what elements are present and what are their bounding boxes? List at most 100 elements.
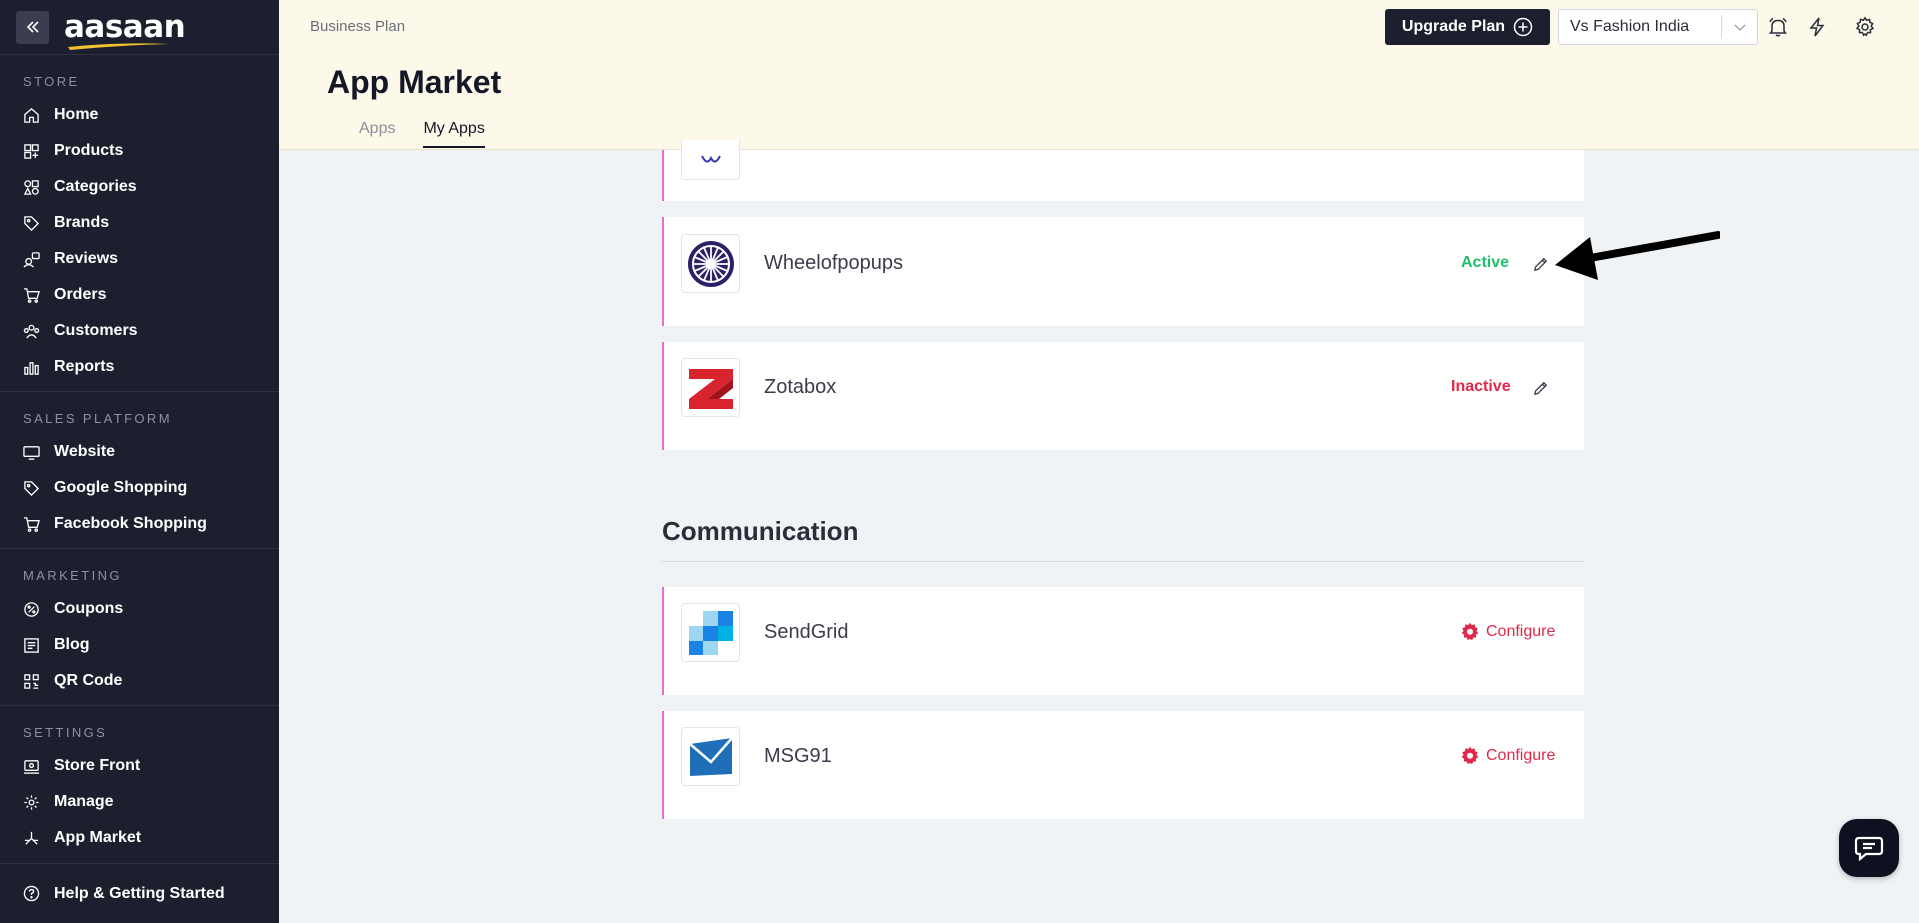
sidebar-item-website[interactable]: Website [0,434,279,470]
plan-label: Business Plan [310,18,406,35]
sidebar-item-label: Reports [54,358,115,375]
sidebar-section-marketing: MARKETING Coupons Blog QR Code [0,549,279,706]
wheel-logo-icon [687,240,734,287]
wheelofpopups-logo [681,234,740,293]
sidebar-item-customers[interactable]: Customers [0,313,279,349]
status-badge-inactive: Inactive [1451,378,1511,395]
app-name: Zotabox [764,376,837,398]
sidebar-item-orders[interactable]: Orders [0,277,279,313]
sidebar-item-store-front[interactable]: Store Front [0,748,279,784]
sidebar-item-categories[interactable]: Categories [0,169,279,205]
tab-apps[interactable]: Apps [359,120,395,148]
pencil-icon[interactable] [1530,254,1550,274]
sidebar-heading: SALES PLATFORM [23,411,172,426]
sidebar-item-coupons[interactable]: Coupons [0,591,279,627]
sidebar-item-label: Manage [54,793,114,810]
sidebar-item-products[interactable]: Products [0,133,279,169]
tab-my-apps[interactable]: My Apps [423,120,485,148]
sidebar-item-brands[interactable]: Brands [0,205,279,241]
upgrade-plan-button[interactable]: Upgrade Plan [1385,9,1550,45]
sidebar-item-label: Help & Getting Started [54,884,225,902]
sidebar-item-qr-code[interactable]: QR Code [0,663,279,699]
categories-icon [22,178,40,196]
qr-icon [22,672,40,690]
products-icon [22,142,40,160]
help-icon [22,885,40,903]
sidebar-item-label: Google Shopping [54,479,188,496]
sidebar-item-label: Customers [54,322,138,339]
chevron-down-icon [1721,15,1757,39]
configure-label: Configure [1486,623,1556,640]
app-card-zotabox: Zotabox Inactive [662,342,1584,450]
app-name: SendGrid [764,621,849,643]
monitor-icon [22,443,40,461]
pencil-icon[interactable] [1530,378,1550,398]
sidebar-item-reviews[interactable]: Reviews [0,241,279,277]
sidebar-heading: STORE [23,74,80,89]
sidebar-item-help[interactable]: Help & Getting Started [0,876,279,912]
sidebar-item-label: Brands [54,214,110,231]
sidebar-item-label: Reviews [54,250,119,267]
sidebar-heading: SETTINGS [23,725,108,740]
cart-icon [22,286,40,304]
store-selector[interactable]: Vs Fashion India [1558,9,1758,45]
sendgrid-logo [681,603,740,662]
settings-gear-icon[interactable] [1853,15,1877,39]
msg91-logo [681,727,740,786]
configure-label: Configure [1486,747,1556,764]
brand-logo[interactable]: aasaan [64,11,186,50]
cart-icon [22,515,40,533]
configure-button[interactable]: Configure [1460,622,1555,642]
section-divider [662,561,1584,562]
lightning-icon[interactable] [1805,15,1829,39]
app-card-sendgrid: SendGrid Configure [662,587,1584,695]
home-icon [22,106,40,124]
sidebar-item-label: Products [54,142,124,159]
sidebar-item-manage[interactable]: Manage [0,784,279,820]
status-badge-active: Active [1461,254,1510,271]
sidebar-item-home[interactable]: Home [0,97,279,133]
chat-widget-button[interactable] [1839,819,1899,877]
sidebar-section-sales-platform: SALES PLATFORM Website Google Shopping F… [0,392,279,549]
tag-icon [22,214,40,232]
reviews-icon [22,250,40,268]
gear-icon [1461,622,1479,641]
customers-icon [22,322,40,340]
gear-icon [22,793,40,811]
page-header: Business Plan App Market Apps My Apps Up… [279,0,1919,150]
help-getting-started[interactable]: Help & Getting Started [0,863,279,923]
sidebar-item-label: Home [54,106,99,123]
bell-icon[interactable] [1766,15,1790,39]
store-selector-value: Vs Fashion India [1570,18,1690,35]
sidebar-item-label: Facebook Shopping [54,515,207,532]
annotation-arrow-icon [1555,231,1720,280]
sidebar-item-app-market[interactable]: App Market [0,820,279,856]
tab-bar: Apps My Apps [359,120,513,148]
sidebar-heading: MARKETING [23,568,122,583]
sidebar-item-facebook-shopping[interactable]: Facebook Shopping [0,506,279,542]
app-logo-partial [681,140,740,180]
app-card-wheelofpopups: Wheelofpopups Active [662,217,1584,326]
configure-button[interactable]: Configure [1460,746,1555,766]
sidebar-section-settings: SETTINGS Store Front Manage App Market [0,706,279,862]
sidebar-item-blog[interactable]: Blog [0,627,279,663]
zotabox-logo-icon [688,368,733,409]
sidebar-top: aasaan [0,0,279,55]
sidebar-item-reports[interactable]: Reports [0,349,279,385]
sidebar-item-google-shopping[interactable]: Google Shopping [0,470,279,506]
sidebar-item-label: Categories [54,178,137,195]
collapse-sidebar-button[interactable] [16,10,49,44]
page-title: App Market [327,64,502,100]
upgrade-plan-label: Upgrade Plan [1401,18,1506,35]
blog-icon [22,636,40,654]
app-name: Wheelofpopups [764,252,903,274]
section-title-communication: Communication [662,516,859,546]
app-name: MSG91 [764,745,832,767]
app-logo-icon [700,155,721,162]
sendgrid-logo-icon [688,610,733,655]
coupon-icon [22,600,40,618]
sidebar-item-label: Website [54,443,116,460]
sidebar-item-label: Orders [54,286,107,303]
storefront-icon [22,757,40,775]
zotabox-logo [681,358,740,417]
